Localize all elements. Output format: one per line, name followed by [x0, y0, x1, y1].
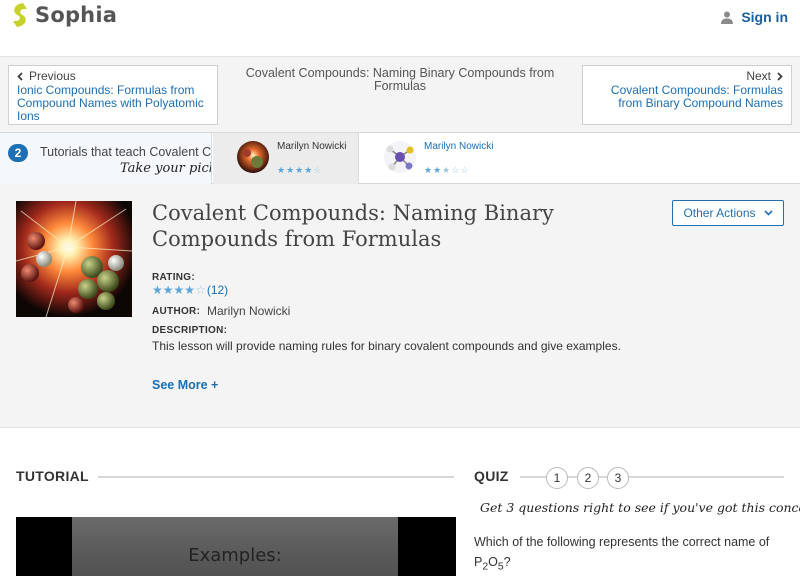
tutorial-option-1[interactable]: Marilyn Nowicki ★ ★ ★ ★ ☆ — [213, 133, 359, 184]
star-half-icon: ★ — [184, 283, 196, 297]
quiz-step-3[interactable]: 3 — [607, 467, 629, 489]
video-frame: Examples: — [72, 517, 398, 576]
star-icon: ★ — [286, 165, 295, 175]
tutorial-picker-text: Tutorials that teach Covalent Co — [40, 145, 212, 159]
previous-lesson-link[interactable]: Previous Ionic Compounds: Formulas from … — [8, 65, 218, 125]
previous-label: Previous — [29, 69, 76, 83]
chevron-down-icon — [763, 210, 773, 216]
lesson-navigation: Previous Ionic Compounds: Formulas from … — [0, 56, 800, 132]
sign-in-label: Sign in — [741, 9, 788, 25]
tutorial-option-rating: ★ ★ ★ ☆ ☆ — [424, 166, 468, 175]
tutorial-option-author: Marilyn Nowicki — [277, 141, 347, 152]
quiz-step-2[interactable]: 2 — [577, 467, 599, 489]
lesson-title: Covalent Compounds: Naming Binary Compou… — [152, 201, 554, 251]
star-icon: ★ — [152, 283, 163, 297]
star-empty-icon: ☆ — [460, 165, 469, 175]
quiz-step-1[interactable]: 1 — [546, 467, 568, 489]
see-more-link[interactable]: See More + — [152, 378, 218, 392]
tutorial-picker-intro: 2 Tutorials that teach Covalent Co Take … — [0, 133, 212, 184]
star-icon: ★ — [433, 165, 442, 175]
lesson-overview: Covalent Compounds: Naming Binary Compou… — [0, 184, 800, 428]
previous-lesson-title[interactable]: Ionic Compounds: Formulas from Compound … — [17, 84, 209, 123]
author-label: AUTHOR: — [152, 306, 201, 317]
tutorial-option-rating: ★ ★ ★ ★ ☆ — [277, 166, 321, 175]
tutorial-picker: 2 Tutorials that teach Covalent Co Take … — [0, 132, 800, 184]
top-header: Sophia Sign in — [0, 0, 800, 36]
star-icon: ★ — [295, 165, 304, 175]
tutorial-option-thumbnail — [237, 141, 269, 173]
star-icon: ★ — [173, 283, 185, 297]
tutorial-count-badge: 2 — [8, 144, 28, 162]
next-label: Next — [746, 69, 771, 83]
next-lesson-link[interactable]: Next Covalent Compounds: Formulas from B… — [582, 65, 792, 125]
lesson-rating[interactable]: ★ ★ ★ ★ ☆ (12) — [152, 283, 228, 297]
sophia-logo-icon — [10, 2, 30, 28]
other-actions-label: Other Actions — [683, 206, 756, 220]
quiz-question-text: Which of the following represents the co… — [474, 535, 770, 549]
take-your-pick-label: Take your pick: — [120, 161, 212, 176]
sign-in-button[interactable]: Sign in — [721, 9, 788, 25]
star-empty-icon: ☆ — [313, 165, 322, 175]
tutorial-divider — [98, 476, 454, 478]
video-slide-text: Examples: — [188, 545, 282, 566]
description-label: DESCRIPTION: — [152, 325, 228, 336]
quiz-question: Which of the following represents the co… — [474, 535, 770, 573]
tutorial-option-thumbnail — [384, 141, 416, 173]
other-actions-dropdown[interactable]: Other Actions — [672, 200, 784, 226]
quiz-formula: P2O5 — [474, 555, 504, 573]
sophia-logo[interactable]: Sophia — [10, 2, 117, 28]
lesson-thumbnail — [16, 201, 132, 317]
author-name: Marilyn Nowicki — [207, 304, 291, 318]
rating-count-link[interactable]: (12) — [207, 283, 228, 297]
sophia-logo-text: Sophia — [35, 3, 118, 27]
star-icon: ★ — [277, 165, 286, 175]
tutorial-option-author: Marilyn Nowicki — [424, 141, 494, 152]
lesson-description: This lesson will provide naming rules fo… — [152, 339, 621, 353]
rating-label: RATING: — [152, 272, 196, 283]
quiz-heading: QUIZ — [474, 468, 509, 484]
next-lesson-title[interactable]: Covalent Compounds: Formulas from Binary… — [591, 84, 783, 110]
chevron-left-icon — [17, 71, 23, 81]
star-icon: ★ — [424, 165, 433, 175]
tutorial-video-player[interactable]: Examples: — [16, 517, 456, 576]
star-empty-icon: ☆ — [451, 165, 460, 175]
tutorial-option-2[interactable]: Marilyn Nowicki ★ ★ ★ ☆ ☆ — [360, 133, 520, 184]
quiz-hint: Get 3 questions right to see if you've g… — [480, 500, 800, 515]
user-icon — [721, 11, 734, 24]
tutorial-heading: TUTORIAL — [16, 468, 89, 484]
star-empty-icon: ☆ — [195, 283, 206, 297]
current-lesson-title: Covalent Compounds: Naming Binary Compou… — [245, 66, 555, 93]
star-half-icon: ★ — [304, 165, 313, 175]
chevron-right-icon — [777, 71, 783, 81]
star-half-icon: ★ — [442, 165, 451, 175]
star-icon: ★ — [162, 283, 174, 297]
